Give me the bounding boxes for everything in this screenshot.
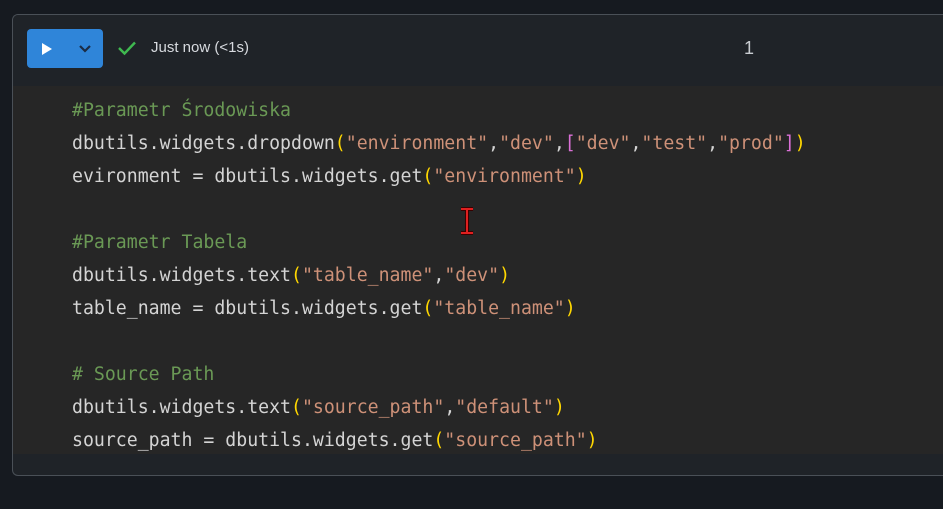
run-button-group[interactable]	[27, 29, 103, 68]
text-cursor-icon	[461, 207, 473, 235]
code-token-str: "dev"	[575, 133, 631, 154]
code-token-br1: (	[422, 298, 434, 319]
execution-status: Just now (<1s)	[117, 39, 249, 56]
code-token-plain: ,	[553, 133, 565, 154]
code-token-br1: )	[564, 298, 576, 319]
code-token-str: "environment"	[345, 133, 489, 154]
code-token-comment: #Parametr Tabela	[72, 232, 248, 253]
code-token-br1: (	[334, 133, 346, 154]
code-line: dbutils.widgets.dropdown("environment","…	[72, 127, 806, 160]
code-token-br1: (	[291, 265, 302, 286]
code-token-str: "dev"	[444, 265, 500, 286]
code-token-br1: )	[586, 430, 598, 451]
code-token-plain: dbutils.widgets.text	[72, 265, 291, 286]
cell-header: Just now (<1s) 1	[13, 15, 943, 85]
code-line: #Parametr Tabela	[72, 226, 806, 259]
code-token-br1: )	[575, 166, 587, 187]
code-line: evironment = dbutils.widgets.get("enviro…	[72, 160, 806, 193]
code-token-plain: dbutils.widgets.text	[72, 397, 291, 418]
code-token-str: "test"	[641, 133, 708, 154]
status-text: Just now (<1s)	[151, 39, 249, 56]
code-token-plain: source_path = dbutils.widgets.get	[72, 430, 434, 451]
code-token-str: "prod"	[718, 133, 784, 154]
code-token-br2: [	[564, 133, 576, 154]
code-line: dbutils.widgets.text("source_path","defa…	[72, 391, 806, 424]
code-line: source_path = dbutils.widgets.get("sourc…	[72, 424, 806, 457]
code-token-plain: ,	[433, 265, 445, 286]
code-token-br2: ]	[783, 133, 795, 154]
code-token-plain: table_name = dbutils.widgets.get	[72, 298, 423, 319]
chevron-down-icon	[79, 44, 91, 53]
code-token-plain: ,	[707, 133, 719, 154]
code-token-str: "table_name"	[301, 265, 434, 286]
code-token-plain: dbutils.widgets.dropdown	[72, 133, 335, 154]
code-line: table_name = dbutils.widgets.get("table_…	[72, 292, 806, 325]
code-token-str: "environment"	[433, 166, 576, 187]
notebook-cell[interactable]: Just now (<1s) 1 #Parametr Środowiska dbu…	[12, 14, 943, 476]
code-line: # Source Path	[72, 358, 806, 391]
code-token-br1: (	[291, 397, 302, 418]
run-options-dropdown[interactable]	[67, 29, 103, 68]
cell-number: 1	[744, 38, 755, 58]
play-icon	[42, 42, 52, 55]
check-icon	[118, 41, 136, 55]
code-token-br1: (	[433, 430, 445, 451]
code-token-plain: ,	[630, 133, 642, 154]
code-block[interactable]: #Parametr Środowiska dbutils.widgets.drop…	[72, 94, 806, 457]
code-token-plain: ,	[444, 397, 456, 418]
code-token-str: "dev"	[499, 133, 554, 154]
code-token-br1: )	[794, 133, 806, 154]
code-token-str: "table_name"	[433, 298, 565, 319]
code-line: #Parametr Środowiska	[72, 94, 806, 127]
code-token-str: "source_path"	[444, 430, 587, 451]
code-token-comment: # Source Path	[72, 364, 215, 385]
code-token-br1: (	[422, 166, 434, 187]
code-token-str: "default"	[455, 397, 554, 418]
code-token-br1: )	[499, 265, 511, 286]
code-line: dbutils.widgets.text("table_name","dev")	[72, 259, 806, 292]
run-cell-button[interactable]	[27, 29, 67, 68]
code-token-str: "source_path"	[301, 397, 445, 418]
code-token-plain: evironment = dbutils.widgets.get	[72, 166, 423, 187]
code-token-br1: )	[553, 397, 565, 418]
code-editor[interactable]: #Parametr Środowiska dbutils.widgets.drop…	[13, 86, 943, 454]
code-token-plain: ,	[488, 133, 500, 154]
code-token-comment: #Parametr Środowiska	[72, 100, 291, 121]
